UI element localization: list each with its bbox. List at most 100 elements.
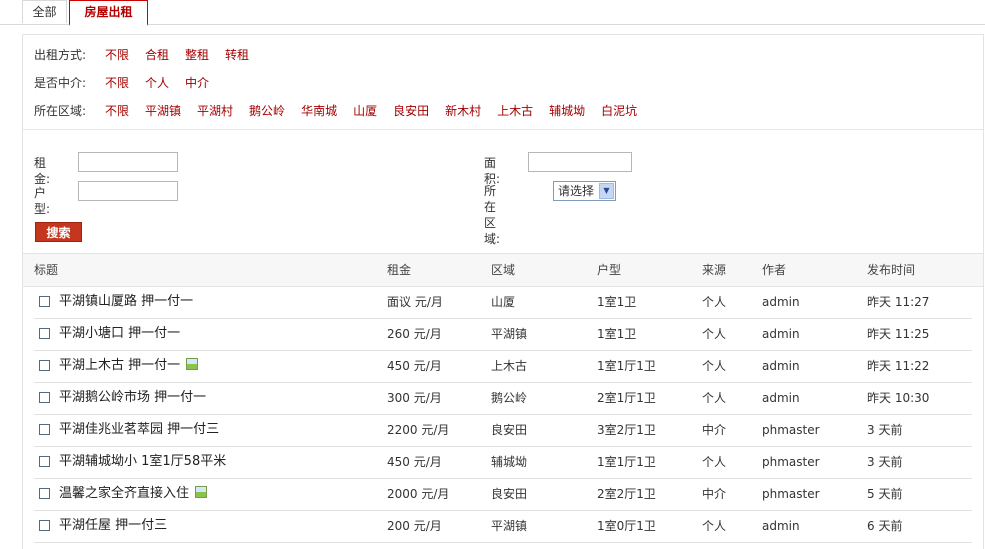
listing-title-text: 平湖辅城坳小 1室1厅58平米 xyxy=(59,454,227,469)
time-cell: 6 天前 xyxy=(867,519,903,533)
district-select-value: 请选择 xyxy=(558,184,595,198)
row-checkbox[interactable] xyxy=(39,488,50,499)
rent-input[interactable] xyxy=(78,152,178,172)
row-checkbox[interactable] xyxy=(39,360,50,371)
district-select[interactable]: 请选择 ▼ xyxy=(553,181,616,201)
row-checkbox[interactable] xyxy=(39,456,50,467)
filter-label: 所在区域: xyxy=(34,104,87,118)
header-source: 来源 xyxy=(702,263,727,277)
time-cell: 3 天前 xyxy=(867,423,903,437)
filter-option[interactable]: 合租 xyxy=(145,48,169,62)
source-cell: 中介 xyxy=(702,423,727,437)
table-row: 平湖镇山厦路 押一付一 面议 元/月 山厦 1室1卫 个人 admin 昨天 11:27 xyxy=(34,286,972,319)
author-cell: admin xyxy=(762,295,800,309)
row-checkbox[interactable] xyxy=(39,424,50,435)
listing-title-link[interactable]: 平湖任屋 押一付三 xyxy=(59,510,167,542)
listing-title-link[interactable]: 平湖佳兆业茗萃园 押一付三 xyxy=(59,414,219,446)
author-cell: admin xyxy=(762,519,800,533)
time-cell: 昨天 11:22 xyxy=(867,359,930,373)
layout-cell: 1室0厅1卫 xyxy=(597,519,656,533)
rent-cell: 2200 元/月 xyxy=(387,423,450,437)
row-checkbox[interactable] xyxy=(39,296,50,307)
area-input[interactable] xyxy=(528,152,632,172)
filter-rent-type: 出租方式: 不限 合租 整租 转租 xyxy=(34,47,265,63)
filter-option[interactable]: 不限 xyxy=(105,76,129,90)
filter-option[interactable]: 中介 xyxy=(185,76,209,90)
filter-agency: 是否中介: 不限 个人 中介 xyxy=(34,75,225,91)
source-cell: 中介 xyxy=(702,487,727,501)
filter-option[interactable]: 辅城坳 xyxy=(549,104,585,118)
time-cell: 3 天前 xyxy=(867,455,903,469)
listing-title-text: 平湖鹅公岭市场 押一付一 xyxy=(59,390,207,405)
filter-option[interactable]: 转租 xyxy=(225,48,249,62)
filter-option[interactable]: 整租 xyxy=(185,48,209,62)
listing-title-text: 平湖镇山厦路 押一付一 xyxy=(59,294,194,309)
listing-title-link[interactable]: 温馨之家全齐直接入住 xyxy=(59,478,208,510)
source-cell: 个人 xyxy=(702,391,727,405)
filter-option[interactable]: 山厦 xyxy=(353,104,377,118)
chevron-down-icon: ▼ xyxy=(599,183,614,199)
layout-cell: 1室1厅1卫 xyxy=(597,359,656,373)
filter-option[interactable]: 平湖村 xyxy=(197,104,233,118)
rent-cell: 面议 元/月 xyxy=(387,295,443,309)
listing-title-link[interactable]: 平湖辅城坳小 1室1厅58平米 xyxy=(59,446,226,478)
row-checkbox[interactable] xyxy=(39,328,50,339)
listing-title-link[interactable]: 平湖镇山厦路 押一付一 xyxy=(59,286,193,318)
filter-option[interactable]: 新木村 xyxy=(445,104,481,118)
filter-label: 是否中介: xyxy=(34,76,87,90)
filter-option[interactable]: 华南城 xyxy=(301,104,337,118)
filter-option[interactable]: 不限 xyxy=(105,48,129,62)
author-cell: phmaster xyxy=(762,487,820,501)
source-cell: 个人 xyxy=(702,359,727,373)
search-button[interactable]: 搜索 xyxy=(35,222,82,242)
listing-title-link[interactable]: 平湖上木古 押一付一 xyxy=(59,350,199,382)
tab-all[interactable]: 全部 xyxy=(22,0,67,23)
filter-option[interactable]: 良安田 xyxy=(393,104,429,118)
layout-label: 户型: xyxy=(34,186,51,216)
layout-cell: 1室1卫 xyxy=(597,327,637,341)
filter-option[interactable]: 平湖镇 xyxy=(145,104,181,118)
filter-option[interactable]: 鹅公岭 xyxy=(249,104,285,118)
header-district: 区域 xyxy=(491,263,516,277)
layout-cell: 2室2厅1卫 xyxy=(597,487,656,501)
row-checkbox[interactable] xyxy=(39,520,50,531)
source-cell: 个人 xyxy=(702,295,727,309)
header-rent: 租金 xyxy=(387,263,412,277)
author-cell: admin xyxy=(762,327,800,341)
layout-cell: 1室1卫 xyxy=(597,295,637,309)
rent-cell: 300 元/月 xyxy=(387,391,442,405)
table-row: 平湖上木古 押一付一 450 元/月 上木古 1室1厅1卫 个人 admin 昨天 11:2… xyxy=(34,350,972,383)
listing-title-text: 平湖佳兆业茗萃园 押一付三 xyxy=(59,422,220,437)
listing-title-text: 平湖小塘口 押一付一 xyxy=(59,326,181,341)
tab-house-rental[interactable]: 房屋出租 xyxy=(69,0,148,26)
filter-option[interactable]: 白泥坑 xyxy=(601,104,637,118)
filter-option[interactable]: 上木古 xyxy=(497,104,533,118)
time-cell: 昨天 11:25 xyxy=(867,327,930,341)
time-cell: 昨天 10:30 xyxy=(867,391,930,405)
layout-input[interactable] xyxy=(78,181,178,201)
row-checkbox[interactable] xyxy=(39,392,50,403)
filter-option[interactable]: 不限 xyxy=(105,104,129,118)
district-cell: 良安田 xyxy=(491,487,528,501)
main-panel: 出租方式: 不限 合租 整租 转租 是否中介: 不限 个人 中介 所在区域: 不限 平湖镇 平湖村 鹅公岭… xyxy=(22,34,984,549)
time-cell: 5 天前 xyxy=(867,487,903,501)
category-tabs: 全部 房屋出租 xyxy=(0,0,985,26)
table-header: 标题 租金 区域 户型 来源 作者 发布时间 xyxy=(23,253,983,287)
district-cell: 鹅公岭 xyxy=(491,391,528,405)
listing-title-text: 温馨之家全齐直接入住 xyxy=(59,486,190,501)
rent-cell: 260 元/月 xyxy=(387,327,442,341)
image-attachment-icon xyxy=(186,358,199,370)
listing-title-text: 平湖上木古 押一付一 xyxy=(59,358,181,373)
listing-title-link[interactable]: 平湖鹅公岭市场 押一付一 xyxy=(59,382,206,414)
author-cell: phmaster xyxy=(762,423,820,437)
header-time: 发布时间 xyxy=(867,263,916,277)
author-cell: admin xyxy=(762,391,800,405)
listing-title-link[interactable]: 平湖小塘口 押一付一 xyxy=(59,318,180,350)
header-title: 标题 xyxy=(34,263,59,277)
time-cell: 昨天 11:27 xyxy=(867,295,930,309)
layout-cell: 2室1厅1卫 xyxy=(597,391,656,405)
filter-option[interactable]: 个人 xyxy=(145,76,169,90)
filter-district: 所在区域: 不限 平湖镇 平湖村 鹅公岭 华南城 山厦 良安田 新木村 上木古 辅城坳 白泥坑 xyxy=(34,103,653,119)
table-row: 平湖鹅公岭市场 押一付一 300 元/月 鹅公岭 2室1厅1卫 个人 admin 昨天 10… xyxy=(34,382,972,415)
rent-cell: 450 元/月 xyxy=(387,455,442,469)
